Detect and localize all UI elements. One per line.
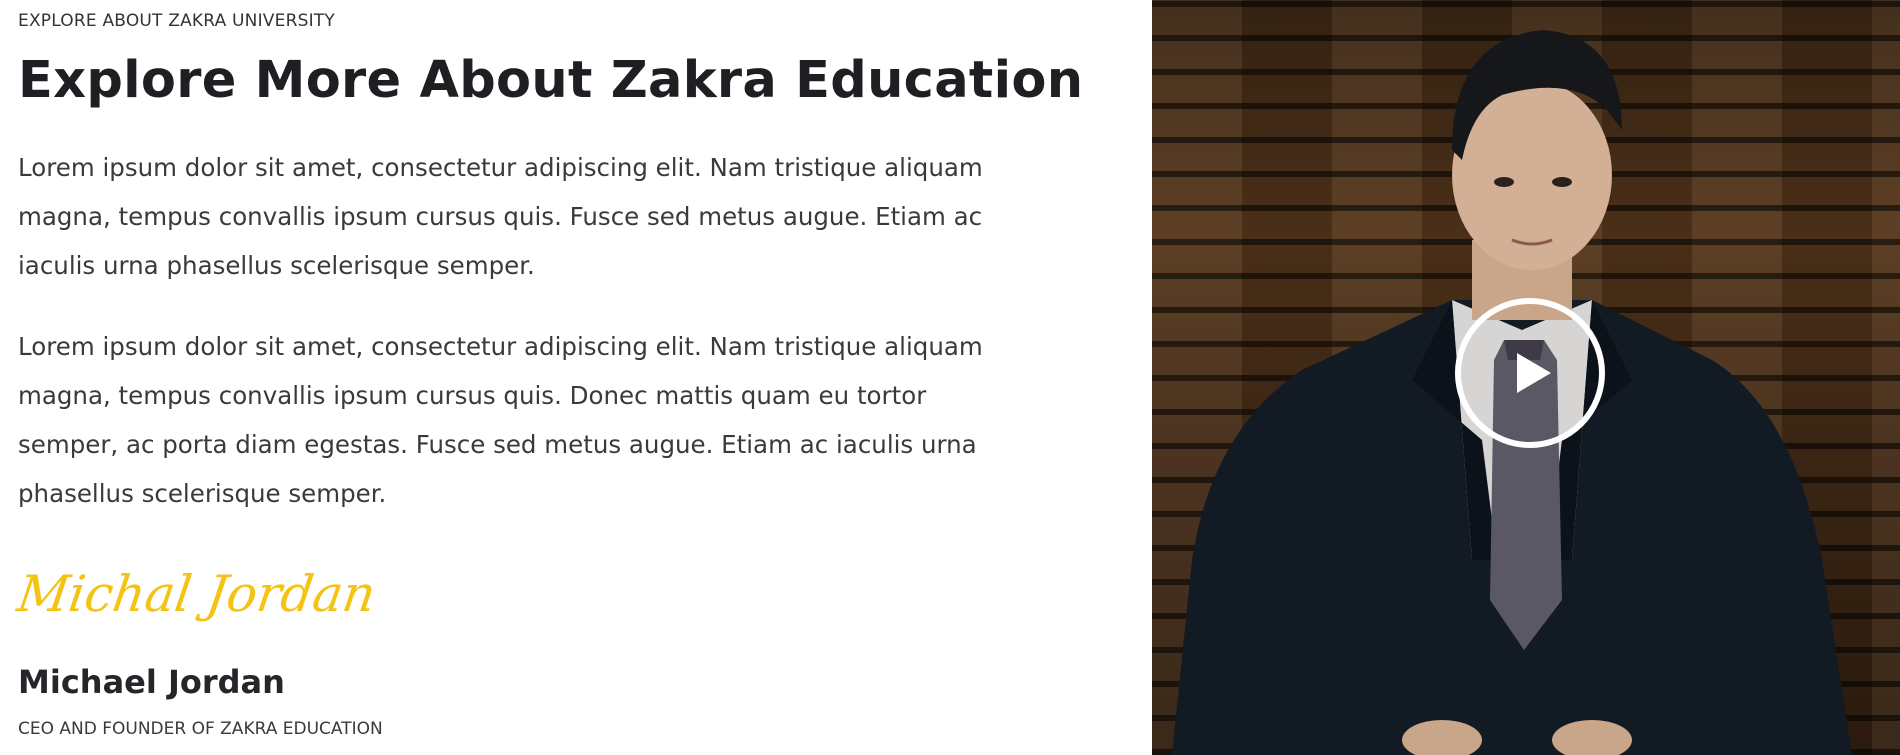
about-section: EXPLORE ABOUT ZAKRA UNIVERSITY Explore M… bbox=[0, 0, 1900, 755]
section-title: Explore More About Zakra Education bbox=[18, 51, 1084, 110]
paragraph-2: Lorem ipsum dolor sit amet, consectetur … bbox=[18, 332, 983, 508]
person-name: Michael Jordan bbox=[18, 663, 285, 701]
play-button[interactable] bbox=[1455, 298, 1605, 448]
signature: Michal Jordan bbox=[13, 565, 380, 623]
paragraph-1: Lorem ipsum dolor sit amet, consectetur … bbox=[18, 153, 983, 280]
section-eyebrow: EXPLORE ABOUT ZAKRA UNIVERSITY bbox=[18, 11, 335, 31]
person-role: CEO AND FOUNDER OF ZAKRA EDUCATION bbox=[18, 719, 383, 739]
play-icon bbox=[1517, 353, 1551, 393]
